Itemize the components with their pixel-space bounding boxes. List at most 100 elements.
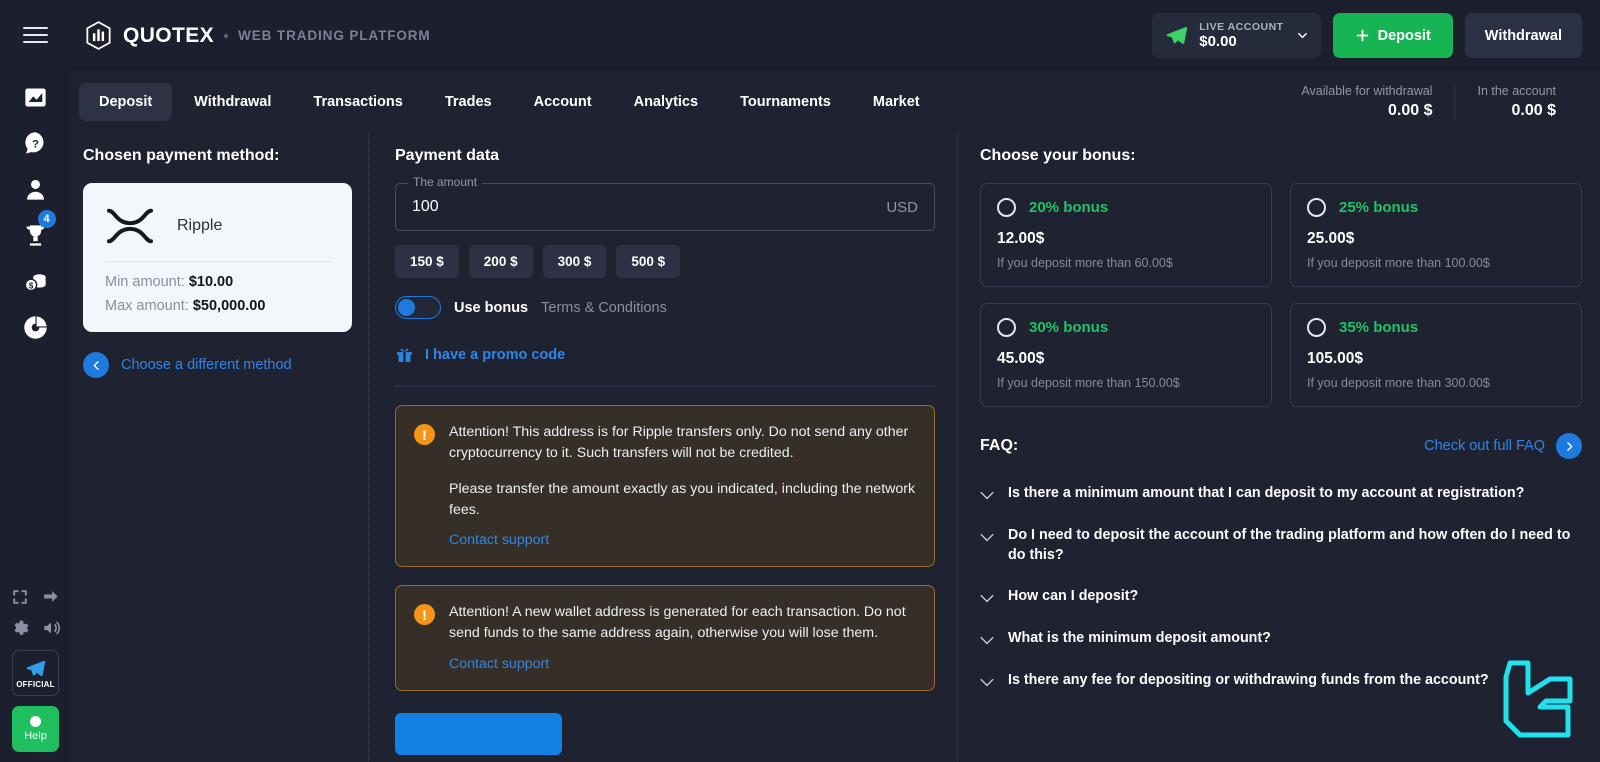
min-amount-value: $10.00 (188, 274, 234, 290)
telegram-official-button[interactable]: OFFICIAL (12, 650, 59, 696)
brand-name: QUOTEX (123, 23, 215, 47)
sidebar-item-profile[interactable] (14, 166, 58, 212)
sound-icon[interactable] (41, 618, 61, 638)
telegram-label: OFFICIAL (16, 679, 55, 689)
choose-different-method-button[interactable]: Choose a different method (83, 352, 352, 378)
faq-item[interactable]: What is the minimum deposit amount? (980, 618, 1582, 660)
quick-amount-500[interactable]: 500 $ (616, 245, 681, 278)
bonus-option-20[interactable]: 20% bonus 12.00$ If you deposit more tha… (980, 183, 1272, 287)
bonus-option-30[interactable]: 30% bonus 45.00$ If you deposit more tha… (980, 303, 1272, 407)
payment-method-title: Chosen payment method: (83, 147, 280, 164)
deposit-button[interactable]: Deposit (1332, 13, 1453, 58)
terms-and-conditions-link[interactable]: Terms & Conditions (541, 300, 667, 316)
contact-support-link-2[interactable]: Contact support (449, 656, 549, 672)
bonus-option-35[interactable]: 35% bonus 105.00$ If you deposit more th… (1290, 303, 1582, 407)
payment-method-name: Ripple (177, 217, 223, 234)
alert-new-wallet-address: ! Attention! A new wallet address is gen… (395, 585, 935, 691)
help-button[interactable]: Help (12, 706, 59, 752)
use-bonus-row: Use bonus Terms & Conditions (395, 296, 935, 319)
main-area: QUOTEX WEB TRADING PLATFORM LIVE ACCOUNT… (71, 0, 1600, 762)
faq-item[interactable]: How can I deposit? (980, 576, 1582, 618)
tab-transactions[interactable]: Transactions (293, 83, 422, 121)
choose-different-method-label: Choose a different method (121, 357, 292, 373)
faq-question: Is there a minimum amount that I can dep… (1008, 485, 1525, 501)
quick-amount-150[interactable]: 150 $ (395, 245, 459, 278)
tab-withdrawal[interactable]: Withdrawal (174, 83, 291, 121)
quick-amount-200[interactable]: 200 $ (468, 245, 533, 278)
alert-paragraph-1: Attention! A new wallet address is gener… (449, 604, 906, 641)
alert-paragraph-1: Attention! This address is for Ripple tr… (449, 424, 909, 461)
selected-payment-method-card[interactable]: Ripple Min amount: $10.00 Max amount: $5… (83, 183, 352, 332)
live-account-icon (1167, 27, 1188, 44)
brand-subtitle: WEB TRADING PLATFORM (238, 28, 431, 43)
sidebar-item-tournaments[interactable]: 4 (14, 210, 58, 258)
sidebar-icon-list: ? 4 $ (14, 74, 58, 350)
bonus-amount: 105.00$ (1307, 350, 1364, 367)
warning-icon: ! (414, 604, 435, 626)
tab-analytics[interactable]: Analytics (614, 83, 718, 121)
brand[interactable]: QUOTEX (85, 21, 214, 50)
bonus-amount: 45.00$ (997, 350, 1045, 367)
account-selector[interactable]: LIVE ACCOUNT $0.00 (1152, 13, 1321, 58)
tab-tournaments[interactable]: Tournaments (720, 83, 851, 121)
bonus-condition: If you deposit more than 100.00$ (1307, 256, 1490, 270)
submit-payment-button[interactable] (395, 712, 562, 755)
bonus-option-25[interactable]: 25% bonus 25.00$ If you deposit more tha… (1290, 183, 1582, 287)
radio-icon[interactable] (997, 198, 1016, 217)
faq-item[interactable]: Is there a minimum amount that I can dep… (980, 473, 1582, 515)
header-actions: LIVE ACCOUNT $0.00 Deposit Withdrawal (1152, 13, 1582, 58)
tab-deposit[interactable]: Deposit (79, 83, 173, 121)
currency-label: USD (886, 198, 918, 216)
radio-icon[interactable] (1307, 318, 1326, 337)
balance-account: In the account 0.00 $ (1454, 84, 1578, 120)
payment-method-column: Chosen payment method: Ripple Min amount… (71, 133, 368, 762)
promo-code-link[interactable]: I have a promo code (395, 345, 935, 364)
amount-field[interactable]: USD (395, 183, 935, 231)
sidebar-item-analytics[interactable] (14, 304, 58, 350)
bonus-percent: 35% bonus (1339, 319, 1419, 336)
faq-question: What is the minimum deposit amount? (1008, 629, 1271, 646)
radio-icon[interactable] (997, 318, 1016, 337)
payment-data-title: Payment data (395, 147, 500, 164)
ripple-xrp-icon (106, 208, 154, 244)
contact-support-link-1[interactable]: Contact support (449, 532, 549, 548)
max-amount-label: Max amount: (105, 298, 189, 314)
alert-ripple-only: ! Attention! This address is for Ripple … (395, 405, 935, 568)
chevron-down-icon (980, 674, 994, 692)
faq-item[interactable]: Is there any fee for depositing or withd… (980, 660, 1582, 702)
sidebar-item-balance[interactable]: $ (14, 258, 58, 304)
help-icon: ? (25, 131, 44, 154)
tab-trades[interactable]: Trades (425, 83, 512, 121)
balance-available-label: Available for withdrawal (1301, 84, 1433, 98)
faq-item[interactable]: Do I need to deposit the account of the … (980, 515, 1582, 576)
radio-icon[interactable] (1307, 198, 1326, 217)
toggle-knob (398, 299, 415, 316)
full-faq-link[interactable]: Check out full FAQ (1424, 433, 1582, 459)
quotex-logo-icon (86, 21, 111, 50)
amount-input[interactable] (412, 198, 887, 216)
alert-body: Attention! This address is for Ripple tr… (449, 422, 916, 549)
hamburger-menu-icon[interactable] (19, 18, 53, 52)
bonus-card-header: 35% bonus (1307, 318, 1565, 337)
tab-market[interactable]: Market (853, 83, 940, 121)
sidebar-item-help[interactable]: ? (14, 120, 58, 166)
tab-account[interactable]: Account (514, 83, 612, 121)
faq-question: Do I need to deposit the account of the … (1008, 527, 1571, 564)
chevron-down-icon (1297, 32, 1307, 39)
withdrawal-button[interactable]: Withdrawal (1464, 13, 1582, 58)
use-bonus-toggle[interactable] (395, 296, 441, 319)
quick-amount-300[interactable]: 300 $ (542, 245, 607, 278)
sidebar-bottom-row-2 (10, 618, 61, 638)
deposit-button-label: Deposit (1377, 27, 1431, 44)
chevron-left-icon (83, 352, 109, 378)
gear-icon[interactable] (10, 619, 29, 638)
arrow-right-icon[interactable] (41, 587, 60, 606)
content-columns: Chosen payment method: Ripple Min amount… (71, 133, 1600, 762)
balance-account-value: 0.00 $ (1511, 102, 1556, 119)
amount-field-legend: The amount (408, 175, 483, 189)
fullscreen-icon[interactable] (11, 588, 29, 606)
tab-list: Deposit Withdrawal Transactions Trades A… (79, 83, 940, 121)
sidebar-item-chart[interactable] (14, 74, 58, 120)
bonus-percent: 20% bonus (1029, 199, 1109, 216)
faq-question: How can I deposit? (1008, 587, 1139, 604)
